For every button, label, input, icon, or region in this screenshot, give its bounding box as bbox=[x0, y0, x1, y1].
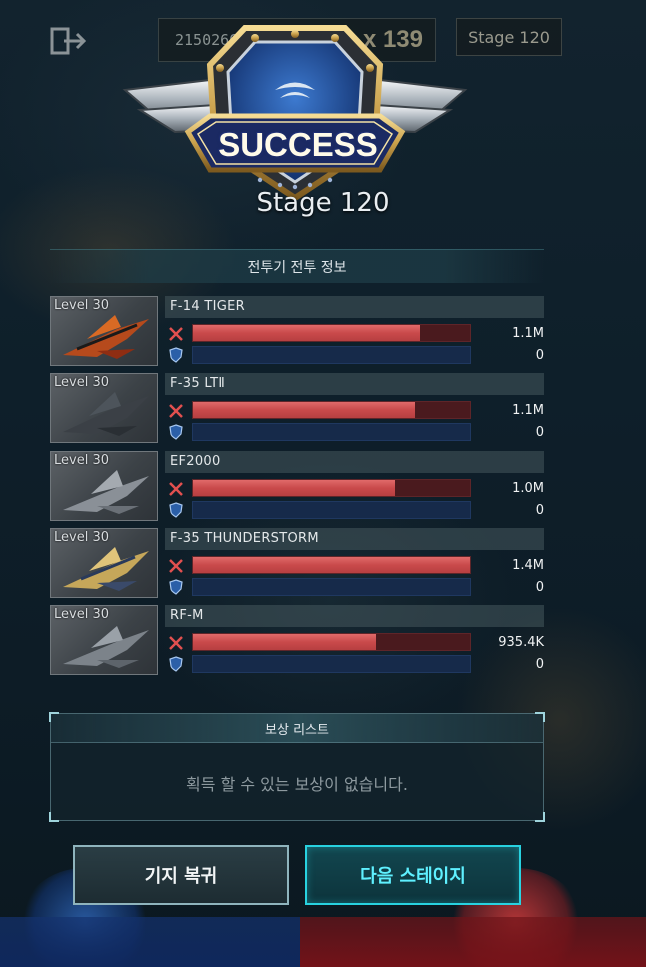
attack-value: 935.4K bbox=[498, 635, 544, 650]
fighter-name: F-35 THUNDERSTORM bbox=[165, 528, 544, 550]
attack-value: 1.1M bbox=[512, 403, 544, 418]
defense-bar bbox=[192, 655, 471, 673]
fighter-thumbnail: Level 30 bbox=[50, 296, 158, 366]
success-banner-text: SUCCESS bbox=[218, 126, 378, 163]
stage-title: Stage 120 bbox=[256, 188, 390, 218]
reward-empty-message: 획득 할 수 있는 보상이 없습니다. bbox=[186, 774, 408, 794]
attack-bar-fill bbox=[193, 557, 470, 573]
fighter-name: EF2000 bbox=[165, 451, 544, 473]
defense-value: 0 bbox=[535, 425, 544, 440]
attack-value: 1.4M bbox=[512, 558, 544, 573]
shield-icon bbox=[169, 502, 183, 518]
battle-info-header: 전투기 전투 정보 bbox=[50, 249, 544, 283]
attack-value: 1.1M bbox=[512, 326, 544, 341]
stage-tag: Stage 120 bbox=[456, 18, 562, 56]
red-team-strip bbox=[300, 917, 646, 967]
defense-bar bbox=[192, 423, 471, 441]
attack-bar-fill bbox=[193, 480, 396, 496]
return-to-base-button[interactable]: 기지 복귀 bbox=[73, 845, 289, 905]
reward-list-panel: 보상 리스트 획득 할 수 있는 보상이 없습니다. bbox=[49, 712, 545, 822]
defense-value: 0 bbox=[535, 580, 544, 595]
attack-icon bbox=[169, 404, 183, 418]
attack-icon bbox=[169, 327, 183, 341]
exit-icon[interactable] bbox=[50, 26, 88, 56]
attack-value: 1.0M bbox=[512, 481, 544, 496]
attack-bar bbox=[192, 479, 471, 497]
thunderstorm-jet-icon bbox=[63, 547, 149, 591]
attack-bar-fill bbox=[193, 634, 376, 650]
fighter-name: RF-M bbox=[165, 605, 544, 627]
shield-icon bbox=[169, 656, 183, 672]
defense-value: 0 bbox=[535, 348, 544, 363]
fighter-row: Level 30 F-35 LTⅡ 1.1M 0 bbox=[50, 373, 544, 443]
fighter-row: Level 30 F-35 THUNDERSTORM 1.4M 0 bbox=[50, 528, 544, 598]
reward-list-header: 보상 리스트 bbox=[51, 714, 543, 743]
attack-bar bbox=[192, 633, 471, 651]
next-stage-button[interactable]: 다음 스테이지 bbox=[305, 845, 521, 905]
shield-icon bbox=[169, 347, 183, 363]
fighter-thumbnail: Level 30 bbox=[50, 373, 158, 443]
rfm-jet-icon bbox=[63, 626, 149, 668]
fighter-name: F-35 LTⅡ bbox=[165, 373, 544, 395]
fighter-thumbnail: Level 30 bbox=[50, 528, 158, 598]
defense-bar bbox=[192, 578, 471, 596]
attack-bar-fill bbox=[193, 402, 415, 418]
attack-icon bbox=[169, 559, 183, 573]
fighter-row: Level 30 EF2000 1.0M 0 bbox=[50, 451, 544, 521]
fighter-name: F-14 TIGER bbox=[165, 296, 544, 318]
ef2000-jet-icon bbox=[63, 470, 149, 514]
defense-bar bbox=[192, 501, 471, 519]
attack-bar bbox=[192, 324, 471, 342]
success-badge-emblem bbox=[122, 25, 468, 200]
attack-icon bbox=[169, 482, 183, 496]
fighter-row: Level 30 RF-M 935.4K 0 bbox=[50, 605, 544, 675]
fighter-thumbnail: Level 30 bbox=[50, 451, 158, 521]
attack-bar bbox=[192, 556, 471, 574]
f35-jet-icon bbox=[63, 392, 149, 436]
attack-icon bbox=[169, 636, 183, 650]
shield-icon bbox=[169, 424, 183, 440]
blue-team-strip bbox=[0, 917, 300, 967]
shield-icon bbox=[169, 579, 183, 595]
fighter-row: Level 30 F-14 TIGER 1.1M 0 bbox=[50, 296, 544, 366]
defense-value: 0 bbox=[535, 503, 544, 518]
attack-bar-fill bbox=[193, 325, 421, 341]
defense-bar bbox=[192, 346, 471, 364]
defense-value: 0 bbox=[535, 657, 544, 672]
attack-bar bbox=[192, 401, 471, 419]
tiger-jet-icon bbox=[63, 315, 149, 359]
fighter-thumbnail: Level 30 bbox=[50, 605, 158, 675]
